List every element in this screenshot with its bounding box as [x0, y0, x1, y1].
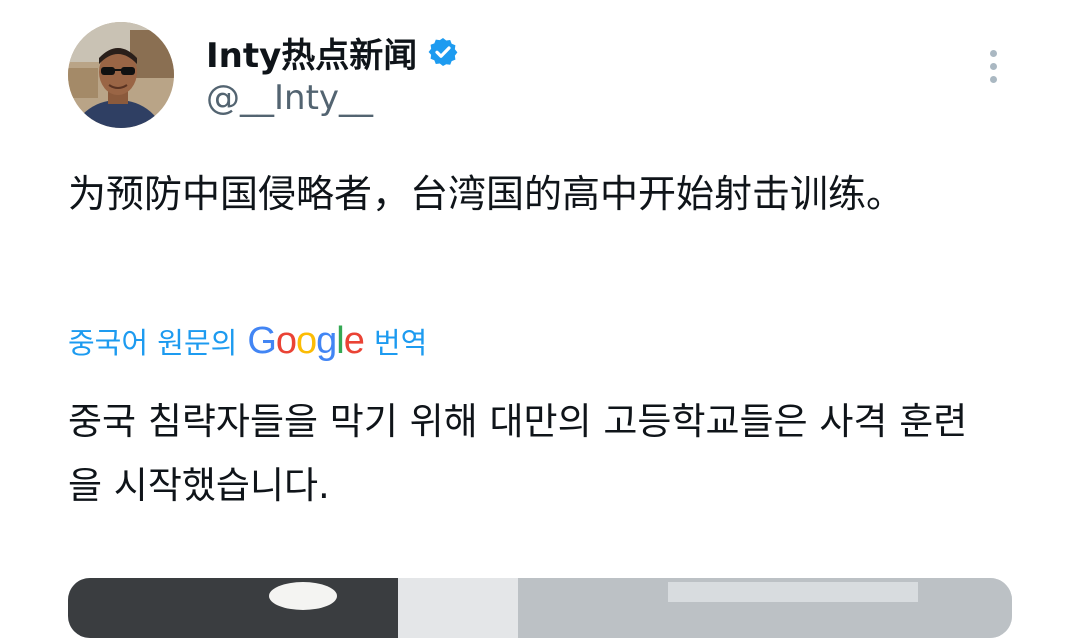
media-image [68, 578, 1012, 638]
translation-suffix: 번역 [373, 326, 428, 360]
more-vertical-icon-dot [989, 62, 997, 70]
translation-attribution-link[interactable]: 중국어 원문의 Google 번역 [68, 318, 427, 364]
author-name-row: Inty热点新闻 [206, 28, 459, 76]
more-options-button[interactable] [976, 44, 1010, 88]
translation-label: 중국어 원문의 [68, 326, 238, 360]
google-letter: o [296, 319, 317, 362]
translated-tweet-text: 중국 침략자들을 막기 위해 대만의 고등학교들은 사격 훈련을 시작했습니다. [68, 400, 968, 507]
google-letter: e [343, 319, 365, 362]
google-letter: l [336, 319, 345, 362]
verified-badge-icon [427, 36, 459, 68]
more-vertical-icon [989, 49, 997, 57]
google-letter: g [316, 319, 337, 362]
google-letter: G [247, 319, 277, 362]
tweet-card: Inty热点新闻 @__Inty__ 为预防中国侵略者，台湾国的高中开始射击训练… [0, 0, 1079, 638]
tweet-media[interactable] [68, 578, 1012, 638]
more-vertical-icon-dot [989, 75, 997, 83]
author-avatar[interactable] [68, 22, 174, 128]
google-letter: o [275, 319, 297, 362]
avatar-photo [68, 22, 174, 128]
google-logo: Google [247, 319, 365, 363]
author-handle[interactable]: @__Inty__ [206, 78, 373, 118]
tweet-text: 为预防中国侵略者，台湾国的高中开始射击训练。 [68, 172, 905, 216]
author-display-name[interactable]: Inty热点新闻 [206, 28, 417, 77]
